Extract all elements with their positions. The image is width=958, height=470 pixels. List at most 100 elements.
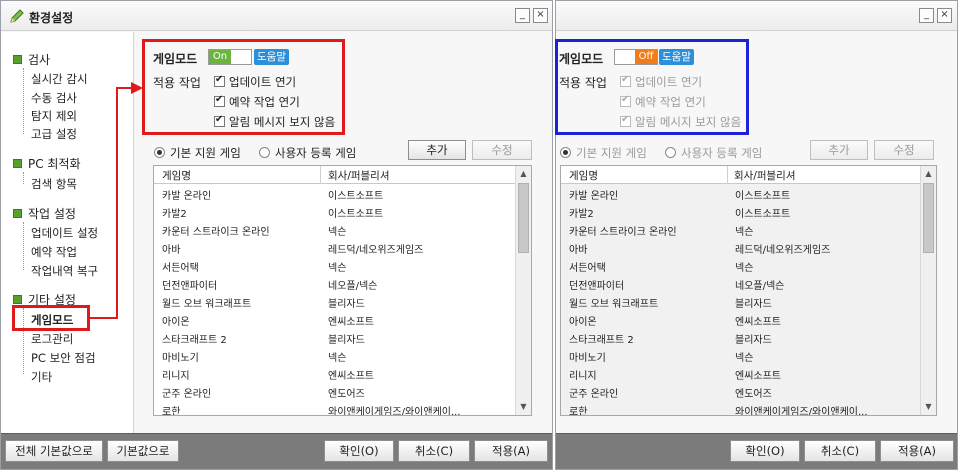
- scroll-thumb[interactable]: [923, 183, 934, 253]
- option-no-notifications[interactable]: 알림 메시지 보지 않음: [214, 114, 335, 130]
- option-delay-update[interactable]: 업데이트 연기: [214, 74, 296, 90]
- add-button[interactable]: 추가: [810, 140, 868, 160]
- cell-game-name: 카운터 스트라이크 온라인: [569, 227, 677, 238]
- cell-game-name: 월드 오브 워크래프트: [162, 299, 252, 310]
- toggle-off-label: Off: [635, 50, 657, 64]
- checkbox[interactable]: [620, 94, 631, 107]
- checkbox[interactable]: [214, 94, 225, 107]
- cell-game-name: 서든어택: [569, 263, 606, 274]
- radio-dot[interactable]: [665, 147, 676, 158]
- cell-publisher: 엔씨소프트: [735, 371, 781, 382]
- title-bar: 환경설정 _ ×: [1, 1, 552, 31]
- close-button[interactable]: ×: [937, 8, 952, 23]
- sidebar-item-restore[interactable]: 작업내역 복구: [31, 263, 98, 279]
- sidebar-item-etc[interactable]: 기타: [31, 369, 52, 385]
- sidebar-item-advanced[interactable]: 고급 설정: [31, 126, 77, 142]
- cell-publisher: 넥슨: [735, 263, 754, 274]
- table-header: 게임명 회사/퍼블리셔: [561, 166, 921, 184]
- settings-window-gamemode-on: 환경설정 _ × 검사 실시간 감시 수동 검사 탐지 제외 고급 설정 PC …: [0, 0, 553, 470]
- column-header-publisher[interactable]: 회사/퍼블리셔: [328, 168, 390, 183]
- scroll-thumb[interactable]: [518, 183, 529, 253]
- ok-button[interactable]: 확인(O): [324, 440, 394, 462]
- radio-dot[interactable]: [154, 147, 165, 158]
- cell-publisher: 엔도어즈: [735, 389, 772, 400]
- cell-game-name: 리니지: [162, 371, 190, 382]
- scroll-down-icon[interactable]: ▼: [921, 399, 936, 415]
- checkbox[interactable]: [620, 114, 631, 127]
- option-delay-scheduled[interactable]: 예약 작업 연기: [214, 94, 300, 110]
- cell-publisher: 엔씨소프트: [328, 317, 374, 328]
- option-delay-update[interactable]: 업데이트 연기: [620, 74, 702, 90]
- radio-basic-games[interactable]: 기본 지원 게임: [154, 145, 241, 161]
- cell-publisher: 블리자드: [328, 299, 365, 310]
- cell-publisher: 블리자드: [735, 299, 772, 310]
- checkbox[interactable]: [620, 74, 631, 87]
- apply-tasks-label: 적용 작업: [153, 76, 201, 90]
- cell-publisher: 이스트소프트: [735, 209, 791, 220]
- ok-button[interactable]: 확인(O): [730, 440, 800, 462]
- pencil-icon: [10, 9, 24, 23]
- vertical-scrollbar[interactable]: ▲ ▼: [920, 166, 936, 415]
- sidebar-item-scheduled[interactable]: 예약 작업: [31, 244, 77, 260]
- sidebar-item-exclusions[interactable]: 탐지 제외: [31, 108, 77, 124]
- sidebar-category-task[interactable]: 작업 설정: [13, 205, 76, 222]
- game-list-table[interactable]: 게임명 회사/퍼블리셔 카발 온라인 이스트소프트 카발2 이스트소프트 카운터 스트라…: [560, 165, 937, 416]
- toggle-on-label: On: [209, 50, 231, 64]
- column-header-publisher[interactable]: 회사/퍼블리셔: [734, 168, 796, 183]
- cell-publisher: 엔도어즈: [328, 389, 365, 400]
- scroll-down-icon[interactable]: ▼: [516, 399, 531, 415]
- apply-tasks-label: 적용 작업: [559, 76, 607, 90]
- gamemode-label: 게임모드: [153, 52, 198, 66]
- checkbox[interactable]: [214, 74, 225, 87]
- sidebar: 검사 실시간 감시 수동 검사 탐지 제외 고급 설정 PC 최적화 검색 항목…: [1, 32, 134, 433]
- column-header-game[interactable]: 게임명: [162, 168, 191, 183]
- reset-button[interactable]: 기본값으로: [107, 440, 179, 462]
- apply-button[interactable]: 적용(A): [880, 440, 954, 462]
- cell-game-name: 카발2: [162, 209, 187, 220]
- option-no-notifications[interactable]: 알림 메시지 보지 않음: [620, 114, 741, 130]
- gamemode-toggle[interactable]: Off: [614, 49, 658, 65]
- cell-publisher: 엔씨소프트: [735, 317, 781, 328]
- sidebar-item-pc-security[interactable]: PC 보안 점검: [31, 350, 96, 366]
- cancel-button[interactable]: 취소(C): [398, 440, 470, 462]
- sidebar-item-realtime[interactable]: 실시간 감시: [31, 71, 88, 87]
- cell-publisher: 넥슨: [735, 227, 754, 238]
- cell-game-name: 스타크래프트 2: [569, 335, 634, 346]
- cell-game-name: 마비노기: [162, 353, 199, 364]
- radio-dot[interactable]: [259, 147, 270, 158]
- sidebar-category-scan[interactable]: 검사: [13, 51, 50, 68]
- minimize-button[interactable]: _: [919, 8, 934, 23]
- cell-game-name: 카발2: [569, 209, 594, 220]
- cell-game-name: 리니지: [569, 371, 597, 382]
- add-button[interactable]: 추가: [408, 140, 466, 160]
- bottom-bar: 전체 기본값으로 기본값으로 확인(O) 취소(C) 적용(A): [1, 433, 552, 469]
- sidebar-item-search-items[interactable]: 검색 항목: [31, 176, 77, 192]
- radio-user-games[interactable]: 사용자 등록 게임: [665, 145, 762, 161]
- cancel-button[interactable]: 취소(C): [804, 440, 876, 462]
- close-button[interactable]: ×: [533, 8, 548, 23]
- help-button[interactable]: 도움말: [659, 49, 694, 65]
- sidebar-item-update-settings[interactable]: 업데이트 설정: [31, 225, 98, 241]
- reset-all-button[interactable]: 전체 기본값으로: [5, 440, 103, 462]
- apply-button[interactable]: 적용(A): [474, 440, 548, 462]
- gamemode-toggle[interactable]: On: [208, 49, 252, 65]
- vertical-scrollbar[interactable]: ▲ ▼: [515, 166, 531, 415]
- sidebar-category-pc-optimize[interactable]: PC 최적화: [13, 155, 81, 172]
- cell-game-name: 아바: [162, 245, 181, 256]
- minimize-button[interactable]: _: [515, 8, 530, 23]
- edit-button[interactable]: 수정: [472, 140, 532, 160]
- edit-button[interactable]: 수정: [874, 140, 934, 160]
- radio-dot[interactable]: [560, 147, 571, 158]
- checkbox[interactable]: [214, 114, 225, 127]
- sidebar-item-log[interactable]: 로그관리: [31, 331, 73, 347]
- radio-user-games[interactable]: 사용자 등록 게임: [259, 145, 356, 161]
- column-header-game[interactable]: 게임명: [569, 168, 598, 183]
- game-list-table[interactable]: 게임명 회사/퍼블리셔 카발 온라인 이스트소프트 카발2 이스트소프트 카운터 스트라…: [153, 165, 532, 416]
- scroll-up-icon[interactable]: ▲: [921, 166, 936, 182]
- option-delay-scheduled[interactable]: 예약 작업 연기: [620, 94, 706, 110]
- scroll-up-icon[interactable]: ▲: [516, 166, 531, 182]
- sidebar-item-manual-scan[interactable]: 수동 검사: [31, 90, 77, 106]
- radio-basic-games[interactable]: 기본 지원 게임: [560, 145, 647, 161]
- help-button[interactable]: 도움말: [254, 49, 289, 65]
- cell-publisher: 블리자드: [328, 335, 365, 346]
